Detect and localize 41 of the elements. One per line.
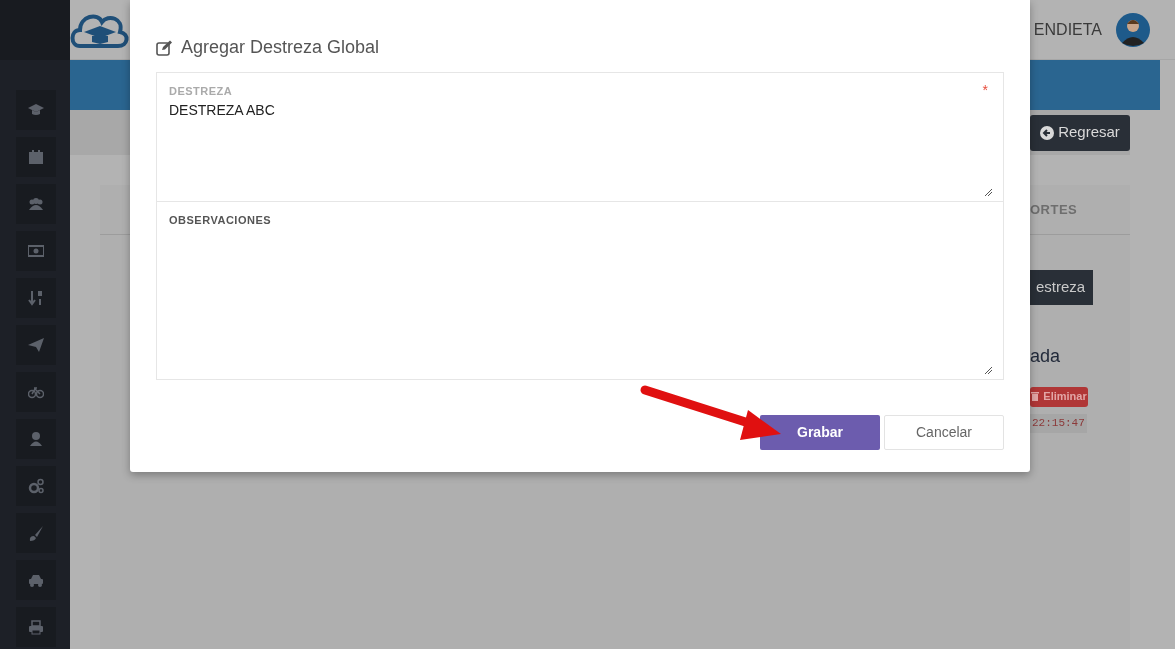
arrow-left-icon (1040, 125, 1055, 140)
resize-handle-icon[interactable] (984, 366, 992, 374)
resize-handle-icon[interactable] (984, 188, 992, 196)
calendar-icon[interactable] (28, 149, 44, 165)
car-icon[interactable] (28, 572, 44, 588)
edit-icon (156, 39, 173, 56)
save-button[interactable]: Grabar (760, 415, 880, 450)
back-button[interactable]: Regresar (1030, 114, 1130, 151)
printer-icon[interactable] (28, 619, 44, 635)
cancel-button[interactable]: Cancelar (884, 415, 1004, 450)
sidebar-item[interactable] (16, 466, 56, 506)
sidebar-item[interactable] (16, 184, 56, 224)
user-icon[interactable] (28, 431, 44, 447)
timestamp: 22:15:47 (1030, 414, 1087, 433)
user-name: ENDIETA (1033, 19, 1102, 40)
sidebar-item[interactable] (16, 231, 56, 271)
sidebar-item[interactable] (16, 372, 56, 412)
gears-icon[interactable] (28, 478, 44, 494)
sidebar-item[interactable] (16, 419, 56, 459)
trash-icon (1031, 392, 1040, 401)
sidebar-item[interactable] (16, 607, 56, 647)
sort-numeric-icon[interactable] (28, 290, 44, 306)
graduation-cap-icon[interactable] (28, 102, 44, 118)
add-button[interactable]: estreza (1030, 270, 1093, 305)
field-label: OBSERVACIONES (169, 213, 272, 228)
sidebar-item[interactable] (16, 90, 56, 130)
paint-brush-icon[interactable] (28, 525, 44, 541)
avatar-icon[interactable] (1116, 12, 1150, 47)
sidebar-item[interactable] (16, 325, 56, 365)
sidebar-item[interactable] (16, 278, 56, 318)
sidebar-item[interactable] (16, 513, 56, 553)
bicycle-icon[interactable] (28, 384, 44, 400)
section-heading: ada (1030, 346, 1061, 366)
sidebar-item[interactable] (16, 560, 56, 600)
paper-plane-icon[interactable] (28, 337, 44, 353)
money-icon[interactable] (28, 243, 44, 259)
modal-title: Agregar Destreza Global (181, 36, 380, 59)
sidebar-item[interactable] (16, 137, 56, 177)
users-icon[interactable] (28, 196, 44, 212)
field-label: DESTREZA (169, 84, 233, 99)
required-asterisk: * (982, 81, 988, 100)
